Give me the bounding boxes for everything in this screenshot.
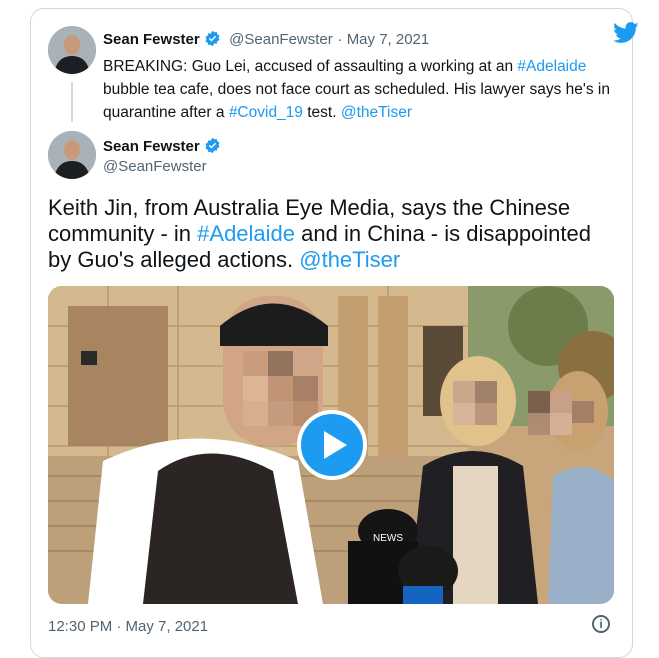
main-tweet-text: Keith Jin, from Australia Eye Media, say… bbox=[48, 195, 618, 273]
verified-badge-icon bbox=[205, 30, 220, 47]
tweet-timestamp[interactable]: 12:30 PM · May 7, 2021 bbox=[48, 618, 208, 635]
avatar[interactable] bbox=[48, 26, 96, 74]
avatar[interactable] bbox=[48, 131, 96, 179]
quoted-tweet-header: Sean Fewster @SeanFewster · May 7, 2021 bbox=[103, 30, 429, 49]
author-handle[interactable]: @SeanFewster bbox=[229, 31, 333, 48]
text-segment: BREAKING: Guo Lei, accused of assaulting… bbox=[103, 58, 518, 75]
author-name[interactable]: Sean Fewster bbox=[103, 138, 200, 155]
play-button[interactable] bbox=[297, 410, 367, 480]
thread-connector-line bbox=[71, 82, 73, 122]
twitter-bird-icon[interactable] bbox=[613, 22, 639, 44]
author-name[interactable]: Sean Fewster bbox=[103, 31, 200, 48]
separator-dot: · bbox=[337, 31, 343, 48]
hashtag-link[interactable]: #Covid_19 bbox=[229, 104, 303, 121]
play-icon bbox=[324, 431, 347, 459]
verified-badge-icon bbox=[205, 137, 220, 154]
main-tweet-header: Sean Fewster bbox=[103, 137, 221, 156]
hashtag-link[interactable]: #Adelaide bbox=[517, 58, 586, 75]
text-segment: test. bbox=[302, 104, 341, 121]
info-icon[interactable]: i bbox=[592, 615, 610, 633]
mention-link[interactable]: @theTiser bbox=[299, 247, 400, 272]
tweet-date[interactable]: May 7, 2021 bbox=[347, 31, 430, 48]
mention-link[interactable]: @theTiser bbox=[341, 104, 412, 121]
microphone-label: NEWS bbox=[373, 533, 403, 544]
quoted-tweet-text: BREAKING: Guo Lei, accused of assaulting… bbox=[103, 55, 615, 124]
author-handle[interactable]: @SeanFewster bbox=[103, 158, 207, 175]
hashtag-link[interactable]: #Adelaide bbox=[197, 221, 295, 246]
